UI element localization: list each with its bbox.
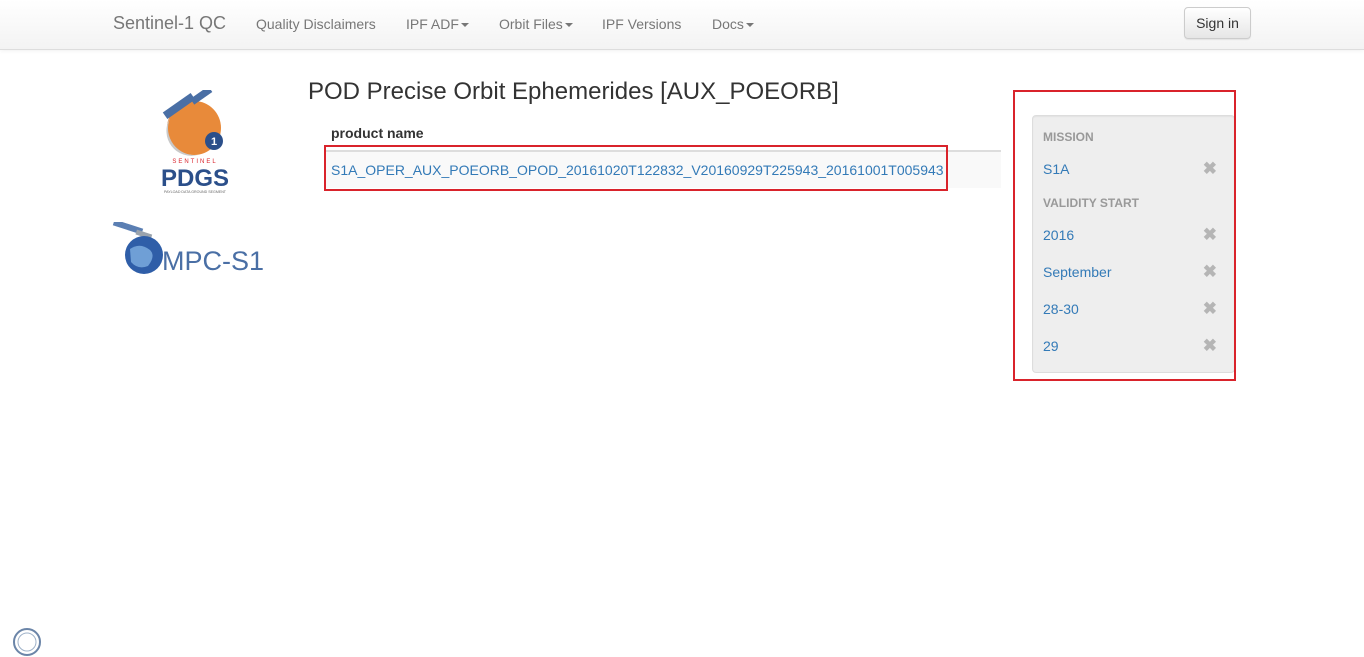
nav-quality-disclaimers[interactable]: Quality Disclaimers [256,16,376,32]
filter-link[interactable]: September [1043,264,1111,280]
caret-down-icon [564,23,573,28]
filter-sidebar: MISSION S1A ✖ VALIDITY START 2016 ✖ Sept… [1032,115,1235,373]
pdgs-main-text: PDGS [161,165,229,192]
filter-item-month: September ✖ [1043,262,1226,284]
pdgs-subtitle-text: PAYLOAD DATA GROUND SEGMENT [164,190,227,194]
caret-down-icon [745,23,754,28]
nav-label: IPF ADF [406,16,459,32]
nav-label: Docs [712,16,744,32]
product-link[interactable]: S1A_OPER_AUX_POEORB_OPOD_20161020T122832… [331,162,944,178]
nav-label: Quality Disclaimers [256,16,376,32]
column-header-product-name: product name [324,117,1001,152]
sign-in-button[interactable]: Sign in [1184,7,1251,39]
nav-label: IPF Versions [602,16,682,32]
validity-start-header: VALIDITY START [1043,196,1139,210]
page-title: POD Precise Orbit Ephemerides [AUX_POEOR… [308,78,839,105]
nav-ipf-adf-dropdown[interactable]: IPF ADF [406,16,469,32]
remove-filter-icon[interactable]: ✖ [1203,159,1217,179]
filter-link[interactable]: 28-30 [1043,301,1079,317]
filter-item-day-range: 28-30 ✖ [1043,299,1226,321]
nav-ipf-versions[interactable]: IPF Versions [602,16,681,32]
product-table: product name S1A_OPER_AUX_POEORB_OPOD_20… [324,117,1001,188]
pdgs-badge-number: 1 [211,136,217,148]
filter-item-year: 2016 ✖ [1043,225,1226,247]
brand-link[interactable]: Sentinel-1 QC [113,13,226,34]
filter-item-day: 29 ✖ [1043,336,1226,358]
filter-link[interactable]: 29 [1043,338,1059,354]
mpc-s1-text: MPC-S1 [162,246,264,276]
filter-link[interactable]: 2016 [1043,227,1074,243]
globe-icon [13,628,41,656]
remove-filter-icon[interactable]: ✖ [1203,262,1217,282]
caret-down-icon [460,23,469,28]
nav-orbit-files-dropdown[interactable]: Orbit Files [499,16,573,32]
table-row: S1A_OPER_AUX_POEORB_OPOD_20161020T122832… [324,152,1001,188]
mission-header: MISSION [1043,130,1094,144]
sentinel-pdgs-logo: 1 SENTINEL PDGS PAYLOAD DATA GROUND SEGM… [161,90,229,194]
top-navbar: Sentinel-1 QC Quality Disclaimers IPF AD… [0,0,1364,50]
nav-label: Orbit Files [499,16,563,32]
remove-filter-icon[interactable]: ✖ [1203,336,1217,356]
mpc-s1-logo: MPC-S1 [112,222,264,276]
filter-link[interactable]: S1A [1043,161,1069,177]
remove-filter-icon[interactable]: ✖ [1203,225,1217,245]
remove-filter-icon[interactable]: ✖ [1203,299,1217,319]
nav-docs-dropdown[interactable]: Docs [712,16,754,32]
filter-item-mission: S1A ✖ [1043,159,1226,181]
